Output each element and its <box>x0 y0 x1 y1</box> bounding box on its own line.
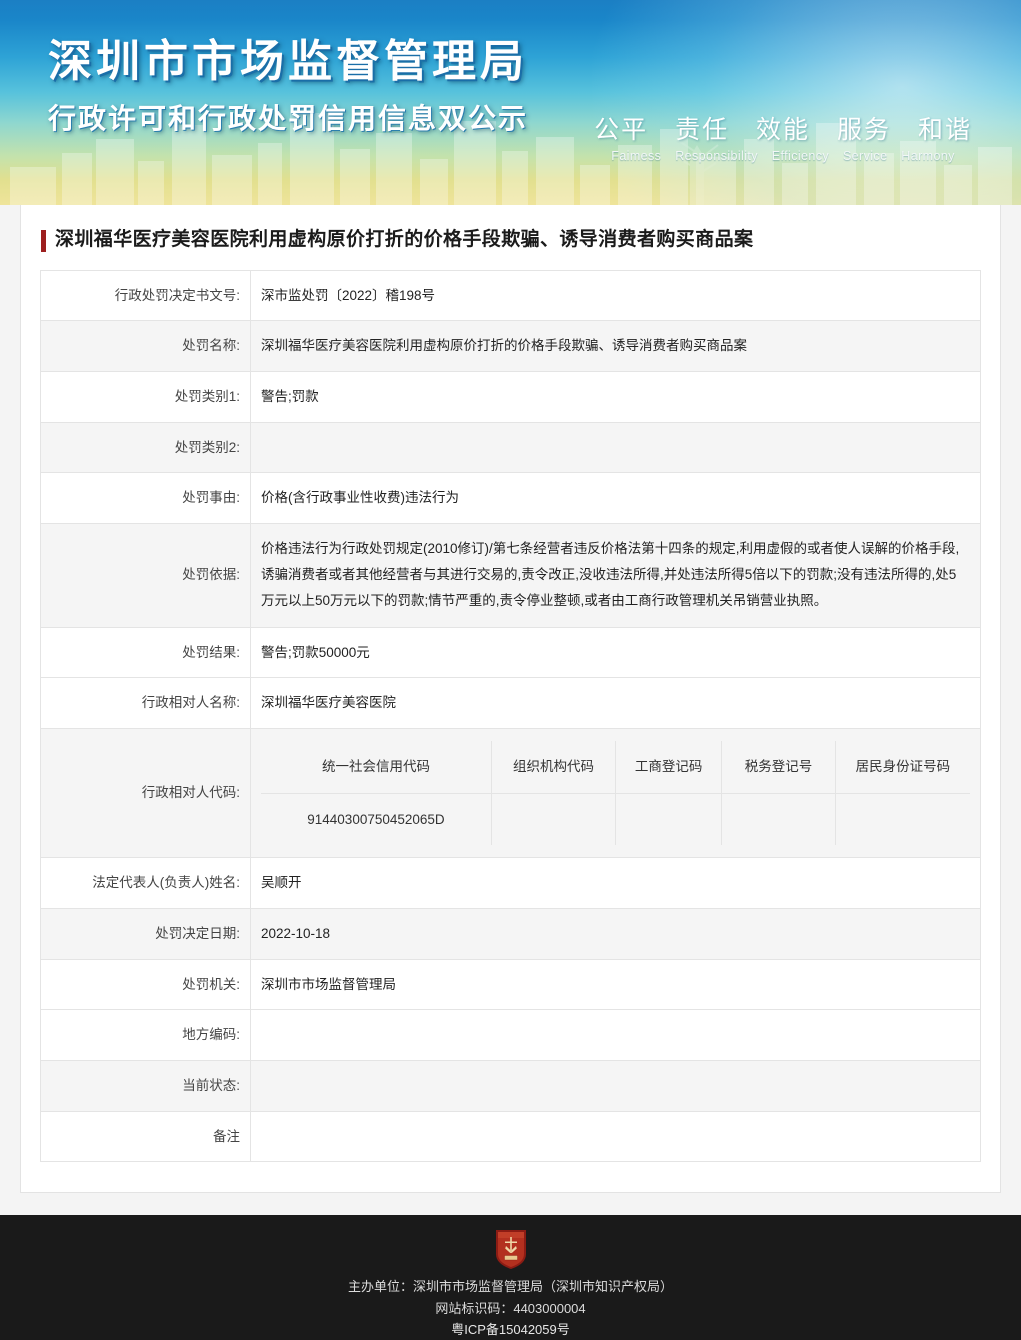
row-value <box>251 1060 981 1111</box>
row-label: 处罚事由: <box>41 473 251 524</box>
row-value: 价格(含行政事业性收费)违法行为 <box>251 473 981 524</box>
slogan-en-0: Faimess <box>611 149 661 163</box>
row-label: 地方编码: <box>41 1010 251 1061</box>
table-row: 处罚名称: 深圳福华医疗美容医院利用虚构原价打折的价格手段欺骗、诱导消费者购买商… <box>41 321 981 372</box>
row-value <box>251 1111 981 1162</box>
table-row: 地方编码: <box>41 1010 981 1061</box>
entity-code-table: 统一社会信用代码 组织机构代码 工商登记码 税务登记号 居民身份证号码 9144… <box>261 741 970 845</box>
site-banner: 深圳市市场监督管理局 行政许可和行政处罚信用信息双公示 公平 责任 效能 服务 … <box>0 0 1021 205</box>
row-label: 备注 <box>41 1111 251 1162</box>
slogan-cn-0: 公平 <box>594 116 648 144</box>
row-label: 处罚类别2: <box>41 422 251 473</box>
row-label: 行政相对人代码: <box>41 729 251 858</box>
column-header: 组织机构代码 <box>491 741 615 793</box>
row-label: 处罚类别1: <box>41 371 251 422</box>
row-label: 处罚结果: <box>41 627 251 678</box>
row-label: 法定代表人(负责人)姓名: <box>41 858 251 909</box>
slogan-cn-1: 责任 <box>675 116 729 144</box>
table-row: 行政相对人名称: 深圳福华医疗美容医院 <box>41 678 981 729</box>
slogan-cn-3: 服务 <box>837 116 891 144</box>
table-row: 当前状态: <box>41 1060 981 1111</box>
page-title-text: 深圳福华医疗美容医院利用虚构原价打折的价格手段欺骗、诱导消费者购买商品案 <box>55 229 753 250</box>
table-row: 处罚事由: 价格(含行政事业性收费)违法行为 <box>41 473 981 524</box>
column-header: 统一社会信用代码 <box>261 741 491 793</box>
row-value: 深圳福华医疗美容医院利用虚构原价打折的价格手段欺骗、诱导消费者购买商品案 <box>251 321 981 372</box>
row-label: 处罚名称: <box>41 321 251 372</box>
row-value <box>251 1010 981 1061</box>
document-card: 深圳福华医疗美容医院利用虚构原价打折的价格手段欺骗、诱导消费者购买商品案 行政处… <box>20 205 1001 1193</box>
footer-site-id: 网站标识码：4403000004 <box>0 1298 1021 1319</box>
row-value: 吴顺开 <box>251 858 981 909</box>
row-label: 当前状态: <box>41 1060 251 1111</box>
slogan-cn-2: 效能 <box>756 116 810 144</box>
site-footer: 主办单位：深圳市市场监督管理局（深圳市知识产权局） 网站标识码：44030000… <box>0 1215 1021 1340</box>
row-value: 2022-10-18 <box>251 908 981 959</box>
row-value: 深圳市市场监督管理局 <box>251 959 981 1010</box>
row-value: 价格违法行为行政处罚规定(2010修订)/第七条经营者违反价格法第十四条的规定,… <box>251 523 981 627</box>
table-row: 处罚类别2: <box>41 422 981 473</box>
row-label: 行政相对人名称: <box>41 678 251 729</box>
row-value <box>251 422 981 473</box>
table-row-entity-codes: 行政相对人代码: 统一社会信用代码 组织机构代码 工商登记码 税务登记号 <box>41 729 981 858</box>
row-value: 警告;罚款50000元 <box>251 627 981 678</box>
page-root: 深圳市市场监督管理局 行政许可和行政处罚信用信息双公示 公平 责任 效能 服务 … <box>0 0 1021 1340</box>
page-title: 深圳福华医疗美容医院利用虚构原价打折的价格手段欺骗、诱导消费者购买商品案 <box>21 205 1000 270</box>
penalty-info-table: 行政处罚决定书文号: 深市监处罚〔2022〕稽198号 处罚名称: 深圳福华医疗… <box>40 270 981 1163</box>
slogan-en-1: Responsibility <box>675 149 758 163</box>
row-label: 处罚决定日期: <box>41 908 251 959</box>
table-row: 处罚类别1: 警告;罚款 <box>41 371 981 422</box>
footer-organizer: 主办单位：深圳市市场监督管理局（深圳市知识产权局） <box>0 1276 1021 1297</box>
row-value: 深市监处罚〔2022〕稽198号 <box>251 270 981 321</box>
row-value: 警告;罚款 <box>251 371 981 422</box>
government-seal-emblem-icon <box>494 1228 528 1270</box>
main-content-area: 深圳福华医疗美容医院利用虚构原价打折的价格手段欺骗、诱导消费者购买商品案 行政处… <box>0 205 1021 1215</box>
entity-code-header-row: 统一社会信用代码 组织机构代码 工商登记码 税务登记号 居民身份证号码 <box>261 741 970 793</box>
cell-value: 91440300750452065D <box>261 793 491 845</box>
slogan-cn-4: 和谐 <box>918 116 972 144</box>
column-header: 居民身份证号码 <box>835 741 970 793</box>
cell-value <box>615 793 721 845</box>
cell-value <box>722 793 835 845</box>
row-label: 处罚机关: <box>41 959 251 1010</box>
slogan-en-2: Efficiency <box>772 149 829 163</box>
cell-value <box>491 793 615 845</box>
slogan-english: Faimess Responsibility Efficiency Servic… <box>585 149 981 163</box>
banner-text-block: 深圳市市场监督管理局 行政许可和行政处罚信用信息双公示 <box>48 34 528 137</box>
table-row: 备注 <box>41 1111 981 1162</box>
row-value: 深圳福华医疗美容医院 <box>251 678 981 729</box>
slogan-en-4: Harmony <box>901 149 955 163</box>
table-row: 处罚决定日期: 2022-10-18 <box>41 908 981 959</box>
table-row: 法定代表人(负责人)姓名: 吴顺开 <box>41 858 981 909</box>
banner-subtitle: 行政许可和行政处罚信用信息双公示 <box>48 97 528 137</box>
column-header: 工商登记码 <box>615 741 721 793</box>
slogan-en-3: Service <box>843 149 887 163</box>
banner-title: 深圳市市场监督管理局 <box>48 34 528 89</box>
row-label: 处罚依据: <box>41 523 251 627</box>
row-label: 行政处罚决定书文号: <box>41 270 251 321</box>
entity-code-value-row: 91440300750452065D <box>261 793 970 845</box>
row-value: 统一社会信用代码 组织机构代码 工商登记码 税务登记号 居民身份证号码 9144… <box>251 729 981 858</box>
cell-value <box>835 793 970 845</box>
footer-icp-license[interactable]: 粤ICP备15042059号 <box>0 1319 1021 1340</box>
table-row: 处罚依据: 价格违法行为行政处罚规定(2010修订)/第七条经营者违反价格法第十… <box>41 523 981 627</box>
table-row: 处罚机关: 深圳市市场监督管理局 <box>41 959 981 1010</box>
slogan-chinese: 公平 责任 效能 服务 和谐 <box>585 110 981 146</box>
banner-slogan: 公平 责任 效能 服务 和谐 Faimess Responsibility Ef… <box>585 110 981 163</box>
table-row: 处罚结果: 警告;罚款50000元 <box>41 627 981 678</box>
column-header: 税务登记号 <box>722 741 835 793</box>
table-row: 行政处罚决定书文号: 深市监处罚〔2022〕稽198号 <box>41 270 981 321</box>
title-accent-bar <box>41 230 46 252</box>
